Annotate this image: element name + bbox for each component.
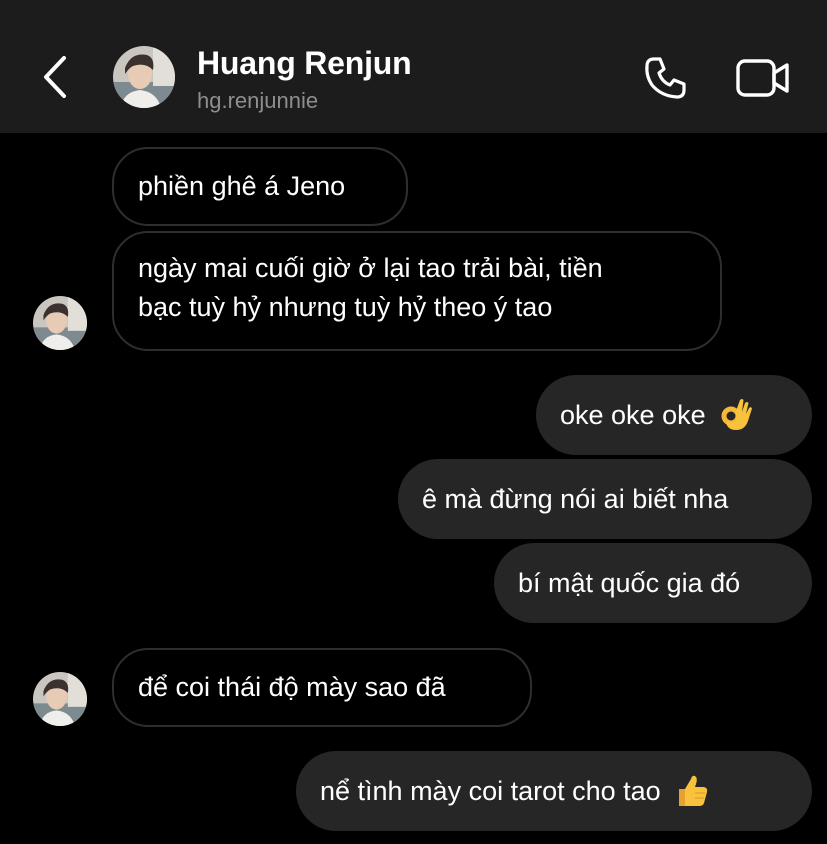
message-text: bí mật quốc gia đó (518, 567, 741, 598)
chat-header: Huang Renjun hg.renjunnie (0, 0, 827, 133)
chevron-left-icon (44, 56, 66, 98)
message-text: ê mà đừng nói ai biết nha (422, 483, 729, 514)
message-text-line: bạc tuỳ hỷ nhưng tuỳ hỷ theo ý tao (138, 292, 553, 322)
message-bubble-incoming[interactable]: phiền ghê á Jeno (112, 147, 408, 226)
phone-icon (645, 57, 686, 99)
message-text: phiền ghê á Jeno (138, 171, 346, 201)
contact-handle[interactable]: hg.renjunnie (197, 88, 318, 114)
voice-call-button[interactable] (638, 51, 692, 105)
message-bubble-outgoing[interactable]: oke oke oke (536, 375, 812, 455)
message-bubble-incoming[interactable]: để coi thái độ mày sao đã (112, 648, 532, 727)
message-text: nể tình mày coi tarot cho tao (320, 775, 661, 806)
sender-avatar[interactable] (33, 296, 87, 350)
ok-hand-emoji (721, 399, 752, 430)
message-bubble-incoming[interactable]: ngày mai cuối giờ ở lại tao trải bài, ti… (112, 231, 722, 351)
message-text-line: ngày mai cuối giờ ở lại tao trải bài, ti… (138, 253, 603, 283)
message-text: oke oke oke (560, 399, 706, 430)
thumbs-up-emoji (678, 775, 707, 806)
back-button[interactable] (30, 52, 80, 102)
contact-avatar[interactable] (113, 46, 175, 108)
contact-name[interactable]: Huang Renjun (197, 45, 412, 82)
video-camera-icon (736, 59, 789, 97)
message-bubble-outgoing[interactable]: bí mật quốc gia đó (494, 543, 812, 623)
message-bubble-outgoing[interactable]: ê mà đừng nói ai biết nha (398, 459, 812, 539)
message-text: để coi thái độ mày sao đã (138, 672, 446, 702)
sender-avatar[interactable] (33, 672, 87, 726)
message-bubble-outgoing[interactable]: nể tình mày coi tarot cho tao (296, 751, 812, 831)
video-call-button[interactable] (734, 53, 792, 103)
